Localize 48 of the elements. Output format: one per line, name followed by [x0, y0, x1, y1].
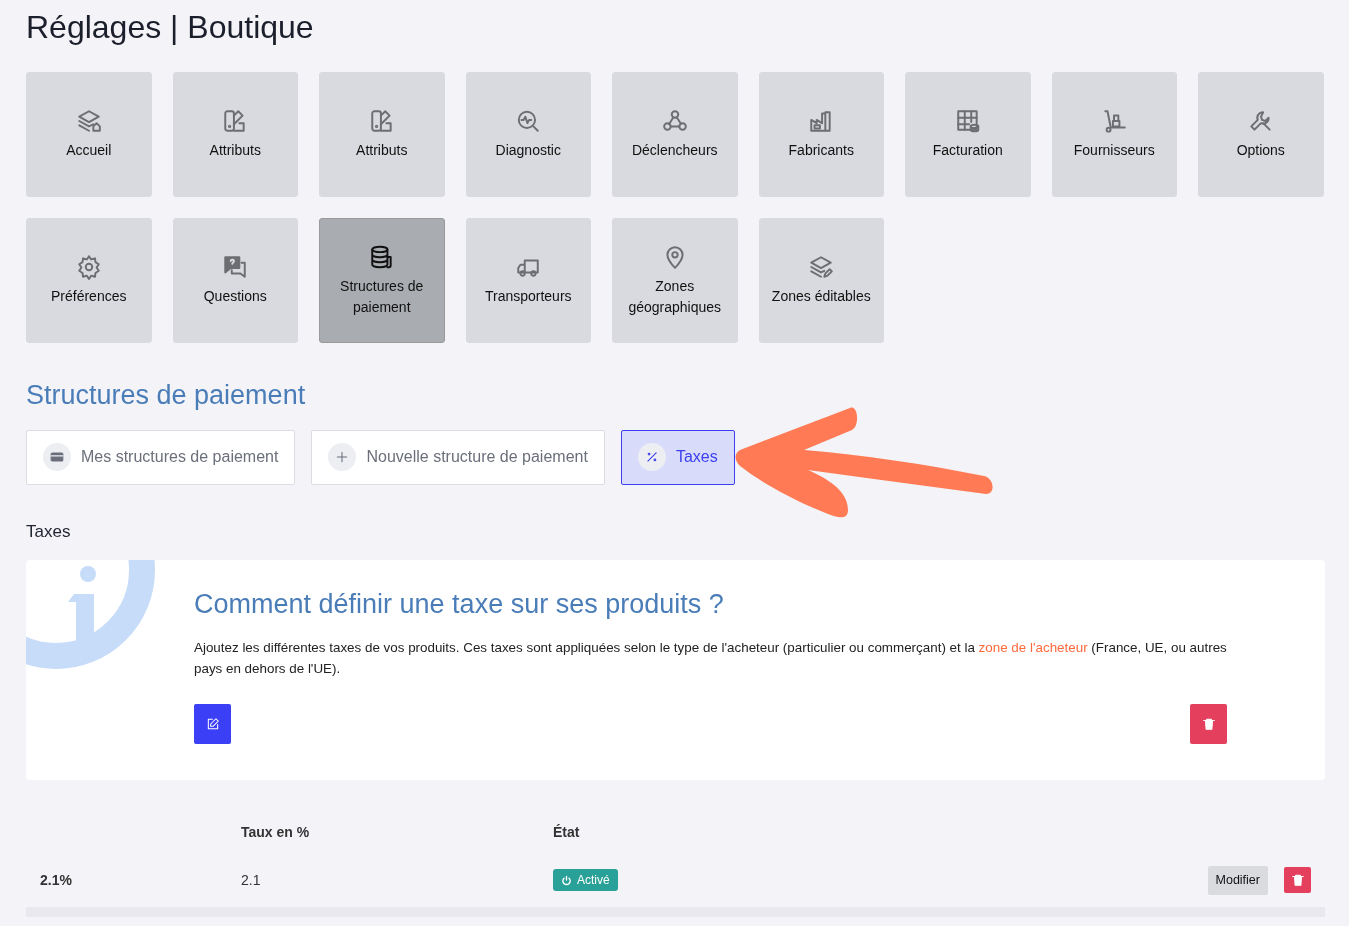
settings-tile[interactable]: Options: [1198, 72, 1324, 198]
plus-icon: [335, 450, 350, 465]
tab[interactable]: Taxes: [620, 429, 735, 485]
settings-tile[interactable]: Zones éditables: [758, 218, 884, 344]
settings-tile[interactable]: Accueil: [26, 72, 152, 198]
info-text: Ajoutez les différentes taxes de vos produits. Ces taxes sont appliquées selon le type de l'acheteur (particulier ou commerçant) et la zone de l'acheteur (France, UE, ou autres pays en dehors de l'UE).: [194, 638, 1227, 679]
column-header: État: [553, 823, 580, 843]
delete-button[interactable]: [1284, 867, 1311, 894]
percent-icon: [644, 450, 659, 465]
settings-icon: [75, 254, 102, 281]
settings-tile[interactable]: Déclencheurs: [612, 72, 738, 198]
info-title: Comment définir une taxe sur ses produits ?: [194, 588, 725, 621]
column-header: Taux en %: [241, 823, 311, 843]
settings-tile[interactable]: Fabricants: [758, 72, 884, 198]
coins-icon: [368, 243, 395, 270]
delete-button[interactable]: [1190, 703, 1227, 744]
page-title: Réglages | Boutique: [26, 8, 315, 47]
settings-tile[interactable]: Préférences: [26, 218, 152, 344]
settings-tile[interactable]: Zones géographiques: [612, 218, 738, 344]
subsection-title: Taxes: [26, 520, 72, 543]
search-pulse-icon: [515, 108, 542, 135]
credit-card-icon: [50, 450, 64, 465]
trash-icon: [1290, 873, 1305, 888]
dolly-icon: [1101, 108, 1128, 135]
power-icon: [561, 874, 572, 886]
section-title: Structures de paiement: [26, 379, 307, 412]
chat-question-icon: [222, 254, 249, 281]
settings-tile[interactable]: Attributs: [172, 72, 298, 198]
settings-tile[interactable]: Facturation: [905, 72, 1031, 198]
status-badge: Activé: [553, 869, 618, 892]
trash-icon: [1201, 716, 1216, 731]
tab[interactable]: Nouvelle structure de paiement: [311, 429, 605, 485]
table-cell-text: 2.1: [241, 870, 262, 890]
grid-icon: [954, 108, 981, 135]
edit-icon: [205, 716, 220, 731]
settings-tile[interactable]: Attributs: [319, 72, 445, 198]
edit-button[interactable]: Modifier: [1207, 865, 1268, 895]
layers-icon: [75, 108, 102, 135]
settings-tile[interactable]: Fournisseurs: [1051, 72, 1177, 198]
settings-tile[interactable]: Questions: [172, 218, 298, 344]
settings-tile[interactable]: Diagnostic: [465, 72, 591, 198]
edit-button[interactable]: [194, 703, 231, 744]
swatch-icon: [368, 108, 395, 135]
layers-edit-icon: [808, 254, 835, 281]
settings-tile[interactable]: Structures de paiement: [319, 218, 445, 344]
tab[interactable]: Mes structures de paiement: [26, 429, 296, 485]
table-cell-text: 2.1%: [40, 870, 73, 890]
settings-tile[interactable]: Transporteurs: [465, 218, 591, 344]
